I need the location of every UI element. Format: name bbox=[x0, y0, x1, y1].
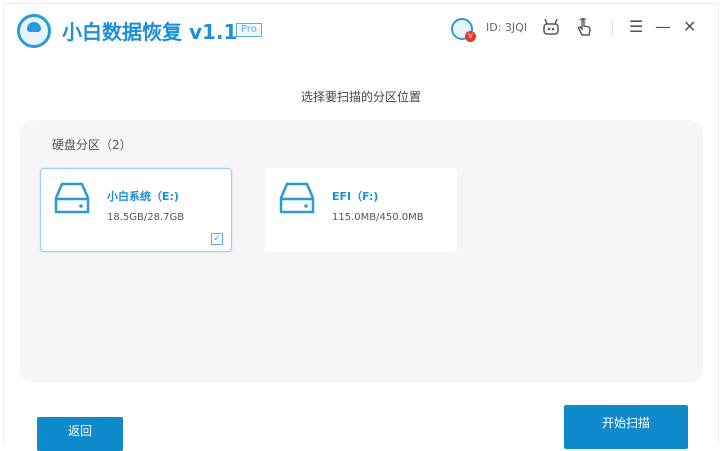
partition-card[interactable]: 小白系统（E:) 18.5GB/28.7GB ✓ bbox=[40, 168, 232, 252]
checkbox-checked-icon[interactable]: ✓ bbox=[211, 233, 223, 245]
hard-disk-icon bbox=[54, 182, 90, 214]
minimize-icon[interactable]: — bbox=[655, 17, 671, 37]
close-icon[interactable]: ✕ bbox=[683, 17, 696, 37]
app-title: 小白数据恢复 v1.1 bbox=[62, 20, 238, 44]
partition-size: 115.0MB/450.0MB bbox=[332, 212, 424, 223]
menu-icon[interactable]: ☰ bbox=[629, 17, 643, 37]
header-divider bbox=[612, 20, 613, 36]
vip-badge: V bbox=[465, 31, 476, 42]
partition-size: 18.5GB/28.7GB bbox=[107, 212, 185, 223]
hand-pointer-icon[interactable] bbox=[575, 17, 593, 42]
back-button[interactable]: 返回 bbox=[37, 417, 123, 451]
page-subtitle: 选择要扫描的分区位置 bbox=[300, 90, 421, 104]
pro-badge: Pro bbox=[236, 23, 262, 37]
section-label: 硬盘分区（2） bbox=[52, 138, 132, 152]
hard-disk-icon bbox=[279, 182, 315, 214]
user-id: ID: 3JQI bbox=[486, 21, 528, 34]
partition-card[interactable]: EFI（F:) 115.0MB/450.0MB bbox=[265, 168, 457, 252]
start-scan-button[interactable]: 开始扫描 bbox=[564, 405, 688, 449]
app-logo-icon bbox=[17, 14, 51, 48]
partition-name: EFI（F:) bbox=[332, 190, 379, 203]
partition-panel: 硬盘分区（2） 小白系统（E:) 18.5GB/28.7GB ✓ EFI（F:)… bbox=[20, 120, 703, 383]
partition-name: 小白系统（E:) bbox=[107, 190, 179, 203]
robot-icon[interactable] bbox=[541, 17, 561, 42]
